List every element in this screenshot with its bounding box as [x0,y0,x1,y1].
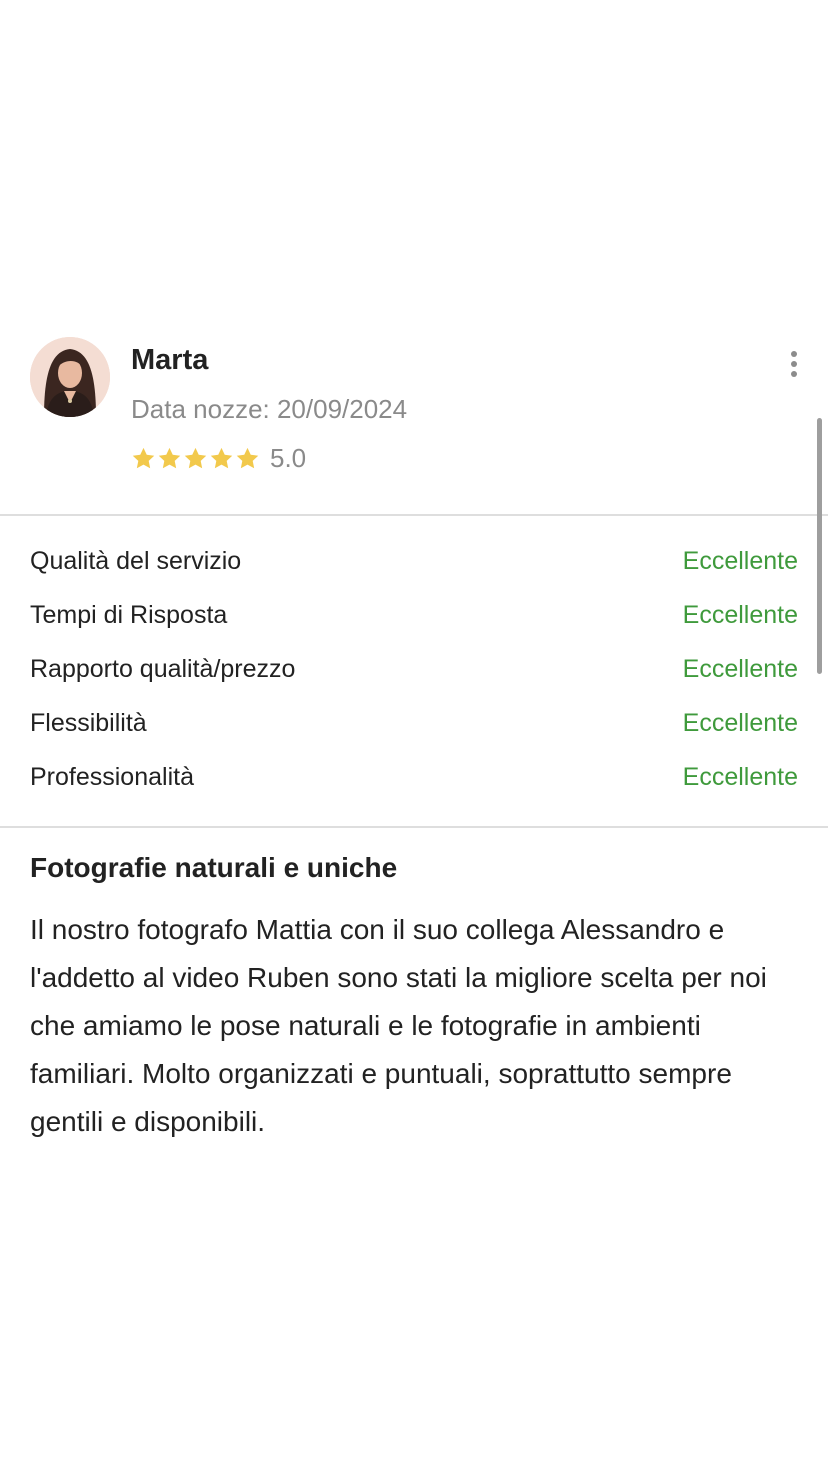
criterion-label: Flessibilità [30,708,147,737]
criterion-row: Qualità del servizio Eccellente [30,534,798,588]
author-name: Marta [131,344,209,376]
criterion-value: Eccellente [682,762,798,791]
review-page: Marta Data nozze: 20/09/2024 5.0 Qualità… [0,0,828,1472]
star-icon [157,446,182,471]
criterion-value: Eccellente [682,546,798,575]
criterion-row: Tempi di Risposta Eccellente [30,588,798,642]
menu-dot [791,371,797,377]
criterion-row: Professionalità Eccellente [30,750,798,804]
wedding-date: Data nozze: 20/09/2024 [131,394,408,424]
review-title: Fotografie naturali e uniche [30,852,398,883]
star-rating [131,446,260,471]
menu-dot [791,351,797,357]
criterion-value: Eccellente [682,600,798,629]
criterion-label: Professionalità [30,762,194,791]
review-header: Marta Data nozze: 20/09/2024 5.0 [0,330,828,516]
scrollbar[interactable] [817,418,822,674]
criterion-label: Rapporto qualità/prezzo [30,654,296,683]
star-icon [209,446,234,471]
rating-criteria: Qualità del servizio Eccellente Tempi di R… [30,534,798,804]
rating-value: 5.0 [270,442,307,473]
avatar[interactable] [30,337,110,417]
divider [0,826,828,828]
avatar-image [30,337,110,417]
star-icon [131,446,156,471]
rating: 5.0 [131,441,306,475]
criterion-row: Rapporto qualità/prezzo Eccellente [30,642,798,696]
star-icon [183,446,208,471]
criterion-value: Eccellente [682,708,798,737]
divider [0,514,828,516]
criterion-row: Flessibilità Eccellente [30,696,798,750]
criterion-label: Qualità del servizio [30,546,242,575]
more-vertical-icon[interactable] [781,348,807,380]
criterion-value: Eccellente [682,654,798,683]
review-body: Il nostro fotografo Mattia con il suo co… [30,914,767,1137]
menu-dot [791,361,797,367]
criterion-label: Tempi di Risposta [30,600,228,629]
star-icon [235,446,260,471]
